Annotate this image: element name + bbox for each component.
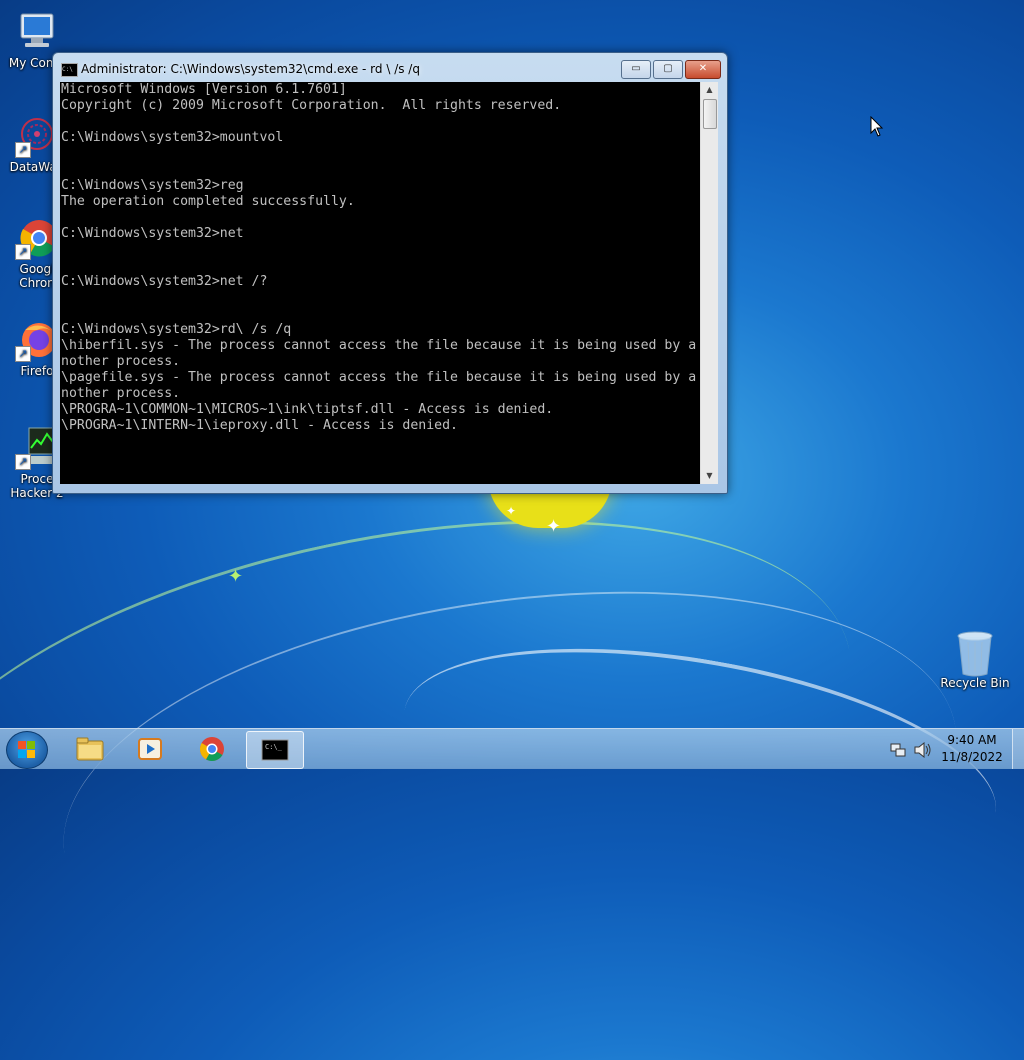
shortcut-arrow-icon: ↗ bbox=[15, 244, 31, 260]
console-line: nother process. bbox=[61, 386, 181, 401]
console-line: Copyright (c) 2009 Microsoft Corporation… bbox=[61, 98, 562, 113]
start-button[interactable] bbox=[6, 731, 48, 769]
window-titlebar[interactable]: C:\ Administrator: C:\Windows\system32\c… bbox=[53, 53, 727, 81]
console-line: C:\Windows\system32>reg bbox=[61, 178, 244, 193]
console-line: nother process. bbox=[61, 354, 181, 369]
window-title: Administrator: C:\Windows\system32\cmd.e… bbox=[81, 62, 420, 76]
taskbar: C:\_ 9:40 AM 11/8/2022 bbox=[0, 728, 1024, 769]
shortcut-arrow-icon: ↗ bbox=[15, 454, 31, 470]
mouse-cursor-icon bbox=[870, 116, 884, 137]
scroll-up-arrow-icon[interactable]: ▲ bbox=[701, 82, 718, 98]
cmd-window[interactable]: C:\ Administrator: C:\Windows\system32\c… bbox=[52, 52, 728, 494]
folder-icon bbox=[76, 737, 104, 761]
console-output[interactable]: Microsoft Windows [Version 6.1.7601] Copy… bbox=[60, 82, 700, 484]
console-line: C:\Windows\system32>mountvol bbox=[61, 130, 284, 145]
show-desktop-button[interactable] bbox=[1012, 729, 1024, 769]
clock-time: 9:40 AM bbox=[947, 733, 997, 747]
computer-icon bbox=[15, 10, 59, 54]
console-line: C:\Windows\system32>rd\ /s /q bbox=[61, 322, 292, 337]
maximize-button[interactable]: ▢ bbox=[653, 60, 683, 79]
console-line: \PROGRA~1\COMMON~1\MICROS~1\ink\tiptsf.d… bbox=[61, 402, 554, 417]
scroll-thumb[interactable] bbox=[703, 99, 717, 129]
network-icon[interactable] bbox=[890, 742, 906, 758]
media-player-icon bbox=[138, 738, 162, 760]
taskbar-cmd-button[interactable]: C:\_ bbox=[246, 731, 304, 769]
cmd-icon: C:\ bbox=[61, 63, 78, 77]
console-line: Microsoft Windows [Version 6.1.7601] bbox=[61, 82, 347, 97]
vertical-scrollbar[interactable]: ▲ ▼ bbox=[700, 82, 718, 484]
shortcut-arrow-icon: ↗ bbox=[15, 346, 31, 362]
desktop-icon-recycle-bin[interactable]: Recycle Bin bbox=[938, 630, 1012, 690]
console-text: Microsoft Windows [Version 6.1.7601] Copy… bbox=[60, 82, 700, 434]
windows-logo-icon bbox=[18, 741, 36, 759]
taskbar-chrome-button[interactable] bbox=[184, 731, 240, 767]
taskbar-explorer-button[interactable] bbox=[62, 731, 118, 767]
recycle-bin-icon bbox=[953, 630, 997, 677]
close-button[interactable]: ✕ bbox=[685, 60, 721, 79]
scroll-down-arrow-icon[interactable]: ▼ bbox=[701, 468, 718, 484]
console-line: \hiberfil.sys - The process cannot acces… bbox=[61, 338, 697, 353]
taskbar-media-player-button[interactable] bbox=[122, 731, 178, 767]
volume-icon[interactable] bbox=[914, 742, 932, 758]
console-line: C:\Windows\system32>net /? bbox=[61, 274, 268, 289]
minimize-button[interactable]: ▭ bbox=[621, 60, 651, 79]
wallpaper-sparkle: ✦ bbox=[228, 566, 244, 587]
clock-date: 11/8/2022 bbox=[941, 750, 1003, 764]
console-line: The operation completed successfully. bbox=[61, 194, 355, 209]
console-line: C:\Windows\system32>net bbox=[61, 226, 244, 241]
taskbar-clock[interactable]: 9:40 AM 11/8/2022 bbox=[936, 732, 1008, 766]
console-line: \pagefile.sys - The process cannot acces… bbox=[61, 370, 697, 385]
cmd-icon: C:\_ bbox=[261, 739, 289, 761]
wallpaper-sparkle: ✦ bbox=[546, 516, 562, 537]
desktop-icon-label: Recycle Bin bbox=[940, 676, 1010, 690]
svg-text:C:\_: C:\_ bbox=[265, 743, 283, 751]
wallpaper-sparkle: ✦ bbox=[506, 504, 517, 518]
shortcut-arrow-icon: ↗ bbox=[15, 142, 31, 158]
chrome-icon bbox=[199, 737, 224, 762]
console-line: \PROGRA~1\INTERN~1\ieproxy.dll - Access … bbox=[61, 418, 458, 433]
